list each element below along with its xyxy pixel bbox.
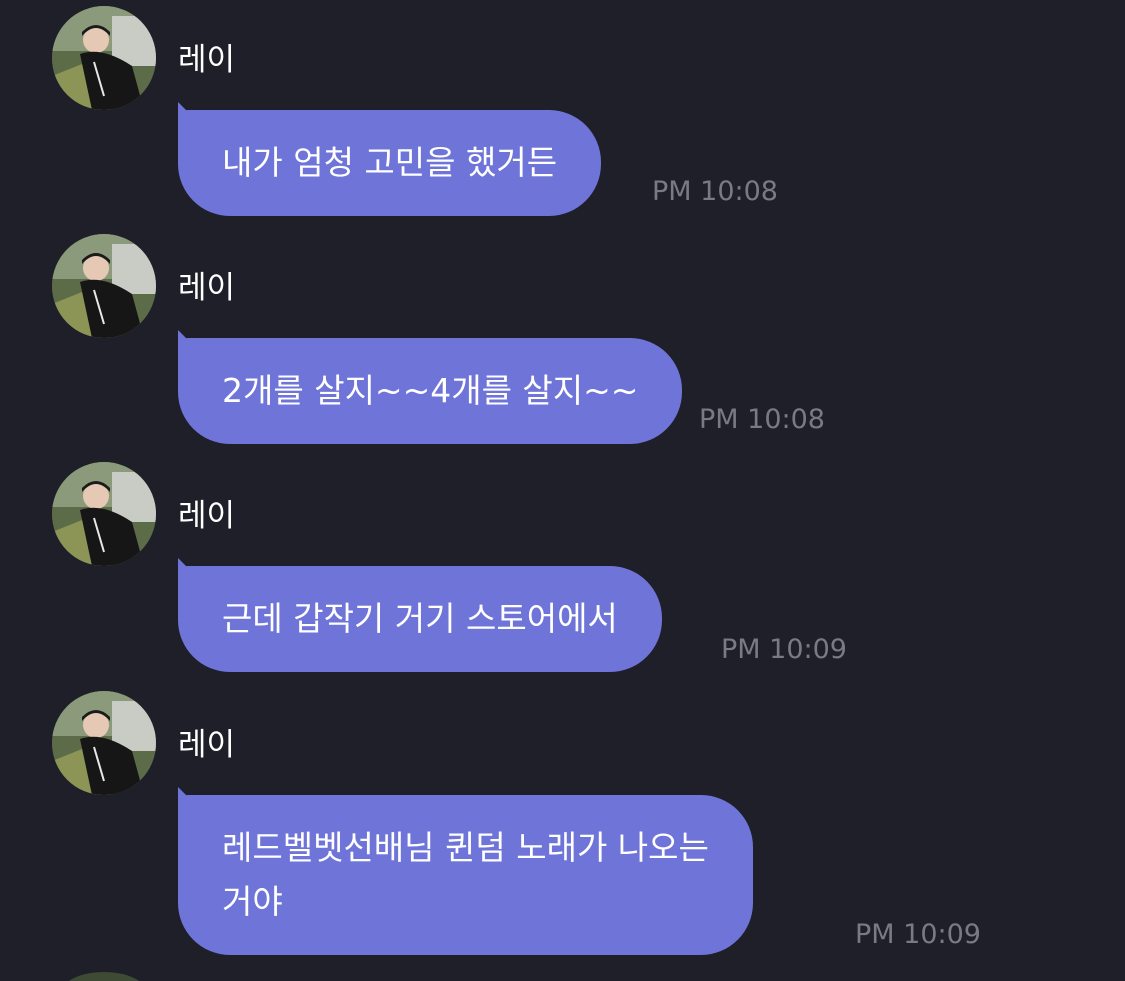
sender-name: 레이 bbox=[178, 727, 236, 763]
message-timestamp: PM 10:09 bbox=[855, 919, 981, 950]
message-timestamp: PM 10:08 bbox=[699, 404, 825, 435]
message-timestamp: PM 10:08 bbox=[652, 176, 778, 207]
sender-avatar[interactable] bbox=[52, 234, 156, 338]
message-text: 근데 갑작기 거기 스토어에서 bbox=[222, 599, 618, 638]
profile-photo-icon bbox=[52, 691, 156, 795]
sender-name: 레이 bbox=[178, 42, 236, 78]
sender-avatar-partial[interactable] bbox=[62, 972, 146, 981]
message-text-line: 거야 bbox=[222, 882, 283, 921]
sender-name: 레이 bbox=[178, 270, 236, 306]
message-text: 내가 엄청 고민을 했거든 bbox=[222, 143, 558, 182]
profile-photo-icon bbox=[52, 462, 156, 566]
message-bubble[interactable]: 레드벨벳선배님 퀸덤 노래가 나오는 거야 bbox=[178, 795, 753, 955]
message-bubble[interactable]: 근데 갑작기 거기 스토어에서 bbox=[178, 566, 662, 672]
sender-name: 레이 bbox=[178, 498, 236, 534]
chat-message-list: 레이 내가 엄청 고민을 했거든 PM 10:08 레이 2개를 살지~~4개를… bbox=[0, 0, 1125, 981]
message-text: 2개를 살지~~4개를 살지~~ bbox=[222, 371, 639, 410]
message-bubble[interactable]: 내가 엄청 고민을 했거든 bbox=[178, 110, 602, 216]
message-timestamp: PM 10:09 bbox=[721, 634, 847, 665]
message-text-line: 레드벨벳선배님 퀸덤 노래가 나오는 bbox=[222, 828, 709, 867]
sender-avatar[interactable] bbox=[52, 6, 156, 110]
profile-photo-icon bbox=[52, 234, 156, 338]
sender-avatar[interactable] bbox=[52, 691, 156, 795]
message-bubble[interactable]: 2개를 살지~~4개를 살지~~ bbox=[178, 338, 683, 444]
sender-avatar[interactable] bbox=[52, 462, 156, 566]
profile-photo-icon bbox=[52, 6, 156, 110]
